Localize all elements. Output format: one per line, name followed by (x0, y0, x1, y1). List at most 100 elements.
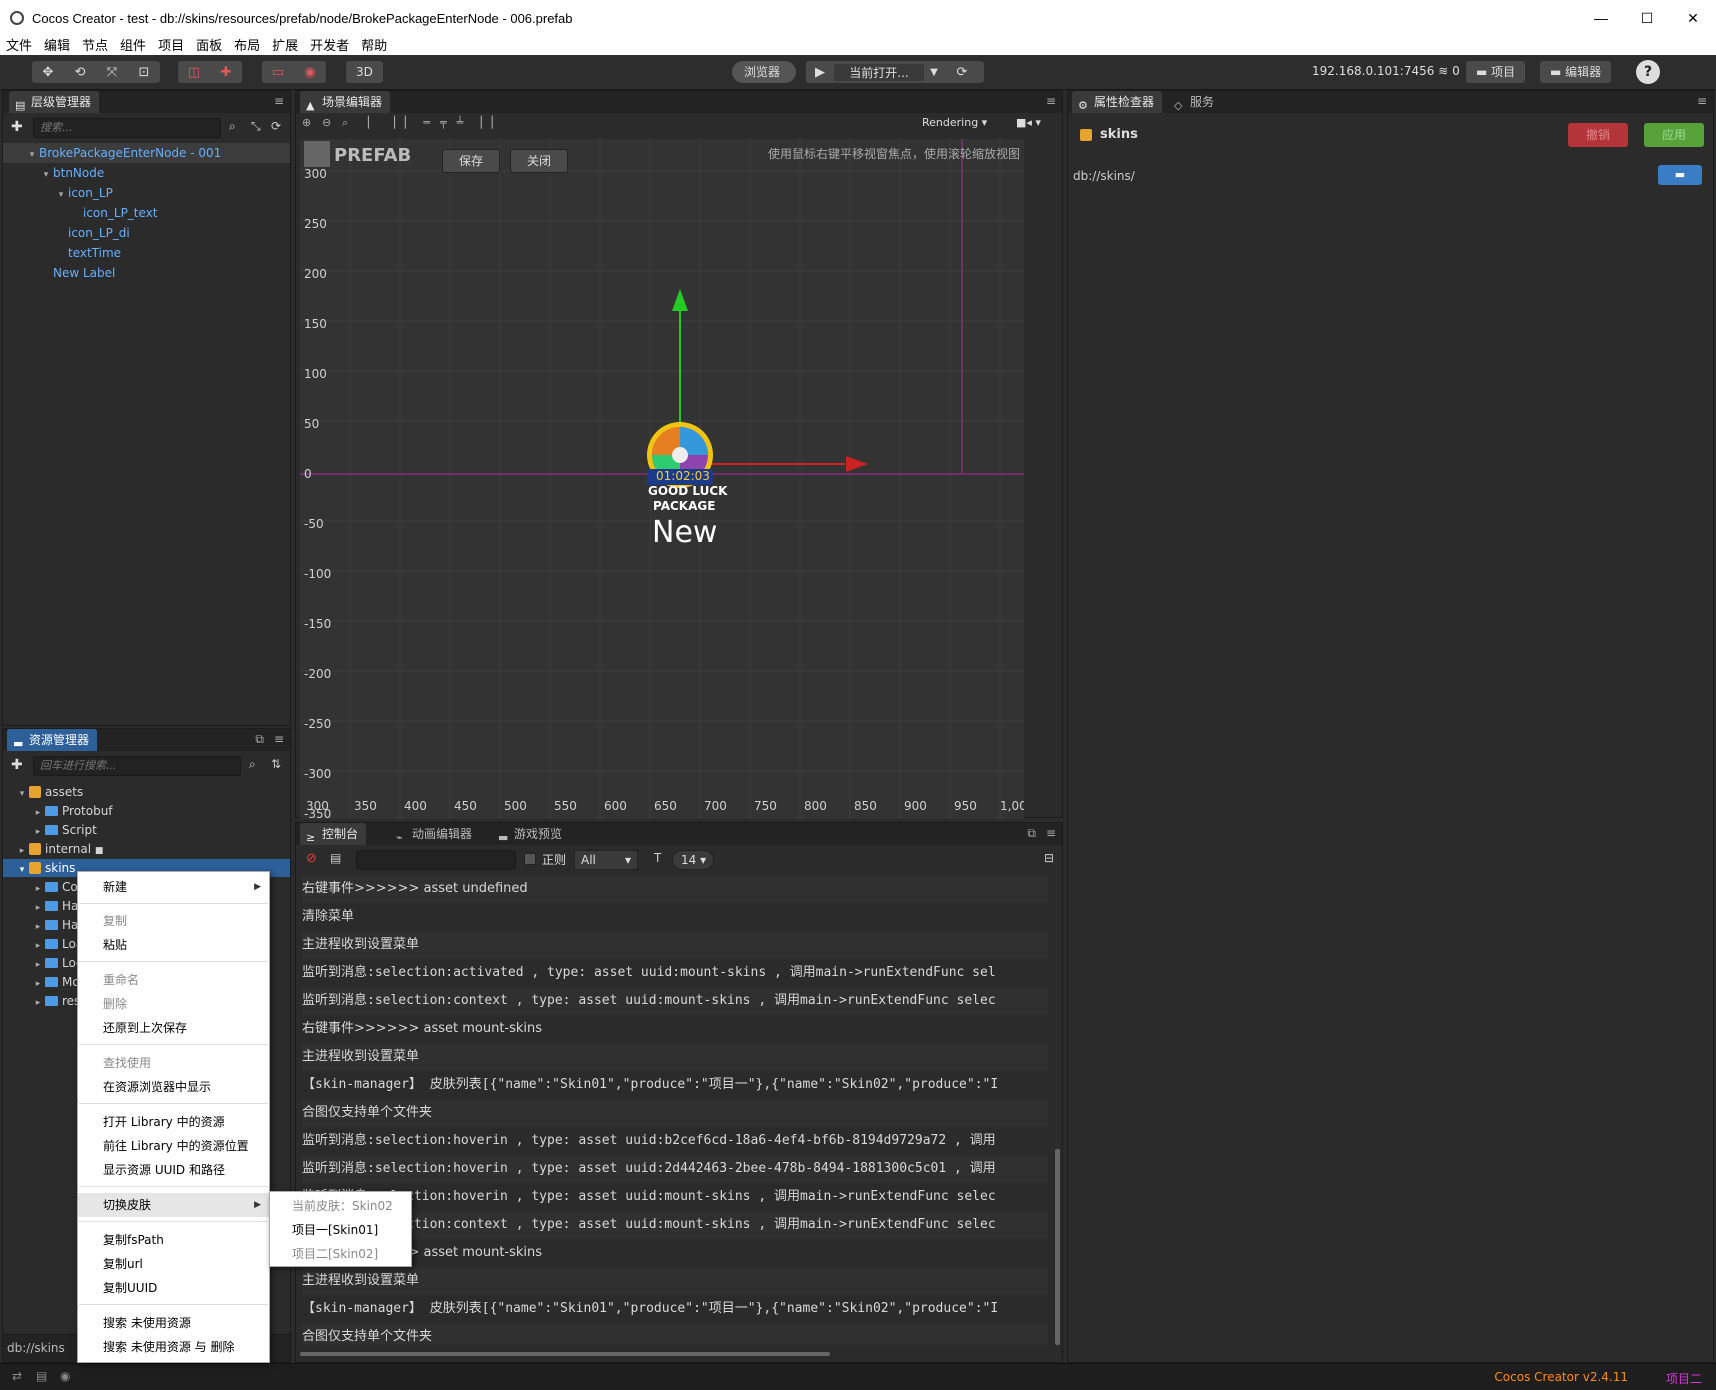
zoom-in-icon[interactable]: ⊕ (302, 116, 311, 129)
tab-scene[interactable]: ▲ 场景编辑器 (300, 91, 391, 113)
tab-inspector[interactable]: ⚙ 属性检查器 (1072, 91, 1163, 113)
apply-button[interactable]: 应用 (1644, 123, 1704, 147)
ctx-open-library[interactable]: 打开 Library 中的资源 (78, 1110, 269, 1134)
asset-folder-protobuf[interactable]: ▸ Protobuf (31, 802, 113, 820)
panel-menu-icon[interactable]: ≡ (1697, 94, 1707, 108)
tree-node-root[interactable]: ▾ BrokePackageEnterNode - 001 (3, 143, 290, 163)
rendering-select[interactable]: Rendering ▾ (922, 116, 987, 129)
menu-help[interactable]: 帮助 (355, 36, 393, 55)
rotate-tool-icon[interactable]: ⟲ (64, 65, 96, 80)
search-icon[interactable]: ⌕ (229, 119, 236, 134)
log-level-select[interactable]: All ▾ (574, 850, 638, 870)
regex-checkbox[interactable] (524, 853, 536, 865)
ctx-goto-library[interactable]: 前往 Library 中的资源位置 (78, 1134, 269, 1158)
font-size-select[interactable]: 14 ▾ (672, 850, 714, 870)
play-button[interactable]: ▶ (806, 65, 834, 80)
sort-icon[interactable]: ⇅ (271, 757, 281, 771)
menu-component[interactable]: 组件 (114, 36, 152, 55)
tree-caret[interactable]: ▸ (31, 823, 45, 841)
tab-services[interactable]: ◇ 服务 (1168, 91, 1222, 113)
menu-edit[interactable]: 编辑 (38, 36, 76, 55)
panel-menu-icon[interactable]: ≡ (1046, 826, 1056, 840)
console-horizontal-scrollbar[interactable] (300, 1352, 830, 1356)
ctx-copy[interactable]: 复制 (78, 909, 269, 933)
tree-node-icon-lp-di[interactable]: icon_LP_di (3, 223, 130, 243)
minimize-button[interactable]: — (1578, 0, 1624, 36)
eye-icon[interactable]: ◉ (60, 1369, 70, 1383)
scale-tool-icon[interactable]: ⤧ (96, 65, 128, 80)
add-asset-icon[interactable]: ✚ (11, 757, 23, 773)
menu-developer[interactable]: 开发者 (304, 36, 355, 55)
tree-caret[interactable]: ▾ (54, 185, 68, 205)
submenu-skin01[interactable]: 项目一[Skin01] (270, 1218, 411, 1242)
search-icon[interactable]: ⌕ (249, 757, 256, 772)
tree-caret[interactable]: ▸ (31, 994, 45, 1012)
ctx-find-usage[interactable]: 查找使用 (78, 1051, 269, 1075)
tree-node-icon-lp-text[interactable]: icon_LP_text (3, 203, 157, 223)
tree-caret[interactable]: ▸ (15, 842, 29, 860)
ctx-show-uuid[interactable]: 显示资源 UUID 和路径 (78, 1158, 269, 1182)
submenu-skin02[interactable]: 项目二[Skin02] (270, 1242, 411, 1266)
log-icon[interactable]: ▤ (36, 1369, 47, 1383)
tree-node-texttime[interactable]: textTime (3, 243, 121, 263)
tab-game-preview[interactable]: ▬ 游戏预览 (492, 823, 570, 845)
ctx-copy-url[interactable]: 复制url (78, 1252, 269, 1276)
asset-folder-mo[interactable]: ▸ Mo (31, 973, 80, 991)
asset-folder-res[interactable]: ▸ res (31, 992, 81, 1012)
tab-console[interactable]: ≥ 控制台 (300, 823, 367, 845)
tree-caret[interactable]: ▾ (39, 165, 53, 185)
ctx-copy-fspath[interactable]: 复制fsPath (78, 1228, 269, 1252)
tree-caret[interactable]: ▸ (31, 937, 45, 955)
refresh-button[interactable]: ⟳ (944, 65, 980, 80)
clear-console-icon[interactable]: ⊘ (306, 851, 317, 866)
panel-menu-icon[interactable]: ≡ (274, 94, 284, 108)
tree-caret[interactable]: ▾ (15, 861, 29, 879)
hierarchy-search-input[interactable]: 搜索... (33, 118, 221, 138)
open-folder-button[interactable]: ▬ (1658, 165, 1702, 185)
ctx-reveal-in-explorer[interactable]: 在资源浏览器中显示 (78, 1075, 269, 1099)
close-window-button[interactable]: ✕ (1670, 0, 1716, 36)
ctx-new[interactable]: 新建 ▶ (78, 875, 269, 899)
asset-db-internal[interactable]: ▸ internal ■ (15, 840, 104, 860)
open-scene-select[interactable]: 当前打开... (834, 63, 924, 81)
menu-project[interactable]: 项目 (152, 36, 190, 55)
collapse-icon[interactable]: ⤡ (251, 119, 261, 134)
local-icon[interactable]: ✚ (210, 65, 242, 80)
popout-icon[interactable]: ⧉ (255, 732, 264, 747)
menu-extension[interactable]: 扩展 (266, 36, 304, 55)
revert-button[interactable]: 撤销 (1568, 123, 1628, 147)
popout-icon[interactable]: ⧉ (1027, 826, 1036, 841)
open-scene-caret-icon[interactable]: ▼ (924, 67, 944, 78)
move-tool-icon[interactable]: ✥ (32, 65, 64, 80)
ctx-switch-skin[interactable]: 切换皮肤 ▶ (78, 1193, 269, 1217)
add-node-icon[interactable]: ✚ (11, 119, 23, 135)
tab-hierarchy[interactable]: ▤ 层级管理器 (9, 91, 100, 113)
zoom-out-icon[interactable]: ⊖ (322, 116, 331, 129)
tree-caret[interactable]: ▾ (25, 145, 39, 165)
tree-caret[interactable]: ▸ (31, 899, 45, 917)
help-button[interactable]: ? (1636, 60, 1660, 84)
asset-folder-ha2[interactable]: ▸ Ha (31, 916, 79, 934)
panel-menu-icon[interactable]: ≡ (1046, 94, 1056, 108)
open-editor-button[interactable]: ▬ 编辑器 (1540, 61, 1612, 83)
ctx-paste[interactable]: 粘贴 (78, 933, 269, 957)
tree-caret[interactable]: ▸ (31, 880, 45, 898)
zoom-fit-icon[interactable]: ⌕ (342, 116, 348, 130)
refresh-icon[interactable]: ⟳ (271, 119, 281, 133)
scene-canvas[interactable]: 01:02:03 GOOD LUCK PACKAGE New PREFAB 保存… (300, 139, 1024, 819)
panel-menu-icon[interactable]: ≡ (274, 732, 284, 746)
toggle-3d-button[interactable]: 3D (346, 61, 383, 83)
tree-caret[interactable]: ▾ (15, 785, 29, 803)
console-vertical-scrollbar[interactable] (1055, 1149, 1060, 1345)
open-log-icon[interactable]: ▤ (330, 851, 341, 865)
snap-rect-icon[interactable]: ▭ (262, 65, 294, 80)
menu-node[interactable]: 节点 (76, 36, 114, 55)
menu-layout[interactable]: 布局 (228, 36, 266, 55)
asset-folder-loa[interactable]: ▸ Loa (31, 935, 83, 953)
ctx-revert[interactable]: 还原到上次保存 (78, 1016, 269, 1040)
tree-caret[interactable]: ▸ (31, 975, 45, 993)
maximize-button[interactable]: ☐ (1624, 0, 1670, 36)
tree-caret[interactable]: ▸ (31, 804, 45, 822)
collapse-console-icon[interactable]: ⊟ (1044, 851, 1054, 865)
console-filter-input[interactable] (356, 850, 516, 870)
